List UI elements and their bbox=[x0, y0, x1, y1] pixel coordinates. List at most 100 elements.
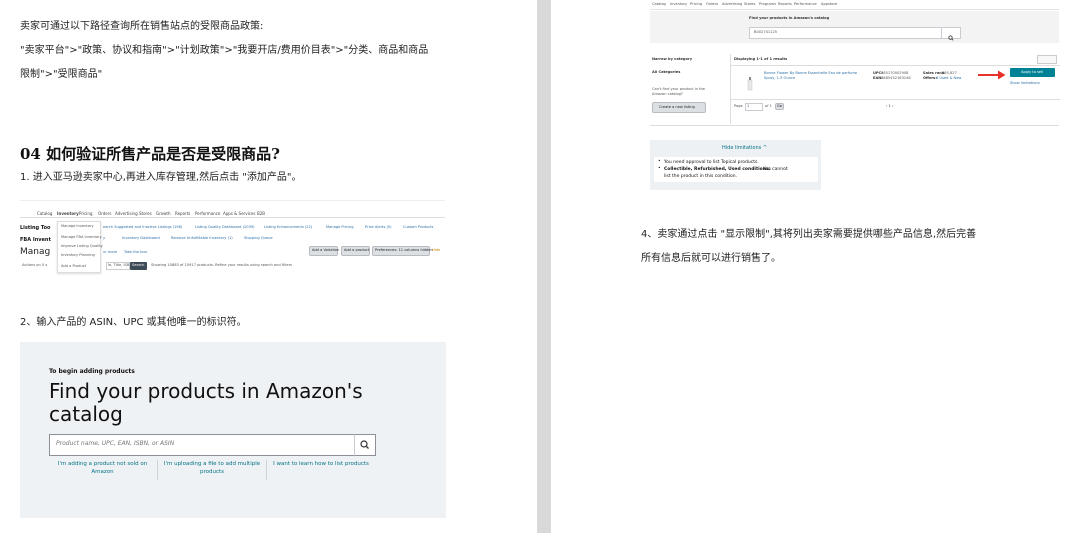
section-heading: 04 如何验证所售产品是否是受限商品? bbox=[20, 145, 280, 163]
nav-pricing[interactable]: Pricing bbox=[79, 211, 92, 217]
nav-stores[interactable]: Stores bbox=[139, 211, 152, 217]
find-products-title-line1: Find your products in Amazon's bbox=[49, 379, 363, 403]
page-number-input[interactable]: 1 bbox=[745, 103, 763, 111]
go-button[interactable]: Go bbox=[775, 103, 784, 110]
menu-manage-fba-inventory[interactable]: Manage FBA Inventory bbox=[61, 235, 102, 240]
limitation-approval-text: You need approval to list Topical produc… bbox=[664, 160, 759, 165]
nav-apps-services[interactable]: Apps & Services bbox=[223, 211, 255, 217]
link-not-sold-line1: I'm adding a product not sold on bbox=[57, 461, 148, 467]
pager-arrows-top[interactable] bbox=[1037, 55, 1057, 64]
catalog-search-button[interactable] bbox=[354, 434, 376, 456]
nav-advertising[interactable]: Advertising bbox=[722, 2, 742, 7]
catalog-search-input[interactable]: B002741125 bbox=[749, 27, 961, 39]
nav-performance[interactable]: Performance bbox=[794, 2, 817, 7]
hide-link[interactable]: Hide bbox=[432, 248, 440, 253]
hide-limitations-link[interactable]: Hide limitations ^ bbox=[722, 145, 767, 151]
subnav-inventory-dashboard[interactable]: Inventory Dashboard bbox=[122, 236, 160, 241]
show-limitations-link[interactable]: Show limitations bbox=[1010, 81, 1040, 86]
inventory-search-input[interactable]: le, Title, ISB bbox=[106, 262, 130, 270]
add-product-button[interactable]: Add a product bbox=[341, 246, 370, 256]
link-not-sold-on-amazon[interactable]: I'm adding a product not sold on Amazon bbox=[49, 460, 156, 482]
nav-growth[interactable]: Growth bbox=[156, 211, 170, 217]
nav-programs[interactable]: Programs bbox=[759, 2, 776, 7]
nav-reports[interactable]: Reports bbox=[175, 211, 190, 217]
ean-value: 0885432163246 bbox=[881, 76, 911, 80]
nav-orders[interactable]: Orders bbox=[706, 2, 718, 7]
narrow-by-category-label: Narrow by category bbox=[652, 57, 693, 61]
results-panel: Displaying 1-1 of 1 results Bonne Flower… bbox=[730, 54, 1060, 124]
subnav-remove-unfulfillable[interactable]: Remove Unfulfillable Inventory (1) bbox=[171, 236, 233, 241]
nav-inventory[interactable]: Inventory bbox=[670, 2, 687, 7]
catalog-search-value: B002741125 bbox=[754, 30, 778, 34]
limitation-conditions-text: You cannot bbox=[763, 167, 788, 172]
product-thumbnail-icon bbox=[747, 77, 753, 91]
fba-inventory-label: FBA Invent bbox=[20, 237, 51, 243]
learn-more-link[interactable]: ur more bbox=[103, 250, 117, 255]
menu-improve-listing[interactable]: Improve Listing Quality bbox=[61, 244, 103, 249]
page-number-value: 1 bbox=[747, 104, 750, 108]
nav-advertising[interactable]: Advertising bbox=[115, 211, 138, 217]
nav-reports[interactable]: Reports bbox=[778, 2, 792, 7]
nav-inventory[interactable]: Inventory bbox=[57, 211, 79, 217]
link-not-sold-line2: Amazon bbox=[91, 469, 114, 475]
nav-catalog[interactable]: Catalog bbox=[37, 211, 52, 217]
search-button-label: Search bbox=[132, 263, 145, 267]
create-listing-button[interactable]: Create a new listing bbox=[652, 102, 706, 113]
subnav-y[interactable]: y bbox=[103, 236, 105, 241]
link-learn-how-to-list[interactable]: I want to learn how to list products bbox=[267, 460, 375, 482]
showing-count-text: Showing 10883 of 10917 products. Refine … bbox=[151, 263, 293, 267]
cant-find-line2: Amazon catalog? bbox=[652, 92, 683, 96]
step4-text-line2: 所有信息后就可以进行销售了。 bbox=[641, 253, 781, 264]
nav-orders[interactable]: Orders bbox=[98, 211, 111, 217]
preferences-button[interactable]: Preferences: 11 columns hidden bbox=[372, 246, 433, 256]
subnav-manage-pricing[interactable]: Manage Pricing bbox=[326, 225, 354, 230]
link-upload-file[interactable]: I'm uploading a file to add multiple pro… bbox=[158, 460, 266, 482]
policy-intro-text: 卖家可通过以下路径查询所在销售站点的受限商品政策: bbox=[20, 21, 264, 32]
subnav-price-alerts[interactable]: Price Alerts (0) bbox=[365, 225, 392, 230]
add-variation-button[interactable]: Add a Variation bbox=[309, 246, 340, 256]
limitations-screenshot: Hide limitations ^ • You need approval t… bbox=[650, 140, 821, 190]
add-product-label: Add a product bbox=[344, 248, 370, 252]
nav-stores[interactable]: Stores bbox=[744, 2, 755, 7]
result-row: Bonne Flower By Bonne Essentielle Eau de… bbox=[731, 65, 1060, 100]
all-categories-link[interactable]: All Categories bbox=[652, 70, 680, 75]
subnav-search-suggested[interactable]: earch Suggested and Inactive Listings (1… bbox=[103, 225, 182, 230]
menu-manage-inventory[interactable]: Manage Inventory bbox=[61, 224, 94, 229]
find-products-title-line2: catalog bbox=[49, 402, 123, 426]
menu-inventory-planning[interactable]: Inventory Planning bbox=[61, 253, 95, 258]
seller-nav-bar: Catalog Inventory Pricing Orders Adverti… bbox=[20, 201, 445, 218]
subnav-shipping-queue[interactable]: Shipping Queue bbox=[244, 236, 273, 241]
nav-performance[interactable]: Performance bbox=[195, 211, 220, 217]
subnav-listing-quality[interactable]: Listing Quality Dashboard (2039) bbox=[195, 225, 255, 230]
nav-appstore[interactable]: Appstore bbox=[821, 2, 837, 7]
red-arrow-icon bbox=[978, 70, 1006, 80]
take-tour-link[interactable]: Take the tour bbox=[124, 250, 148, 255]
apply-to-sell-label: Apply to sell bbox=[1021, 70, 1044, 74]
limitation-bullet: • bbox=[658, 166, 661, 171]
offers-value[interactable]: 6 Used & New bbox=[936, 76, 961, 81]
product-title-line2[interactable]: Spray, 1.5 Ounce bbox=[764, 76, 795, 81]
inventory-search-button[interactable]: Search bbox=[130, 262, 147, 270]
catalog-search-button[interactable] bbox=[941, 27, 961, 41]
subnav-custom-products[interactable]: Custom Products bbox=[403, 225, 433, 230]
limitation-conditions-text2: list the product in this condition. bbox=[664, 174, 738, 179]
limitation-conditions-label: Collectible, Refurbished, Used condition… bbox=[664, 167, 771, 172]
nav-b2b[interactable]: B2B bbox=[257, 211, 265, 217]
pager-links[interactable]: ‹ 1 › bbox=[886, 104, 893, 109]
find-products-screenshot: To begin adding products Find your produ… bbox=[20, 342, 446, 518]
catalog-search-input[interactable]: Product name, UPC, EAN, ISBN, or ASIN bbox=[49, 434, 375, 456]
nav-catalog[interactable]: Catalog bbox=[652, 2, 666, 7]
listing-tools-label: Listing Too bbox=[20, 225, 51, 231]
apply-to-sell-button[interactable]: Apply to sell bbox=[1010, 68, 1055, 77]
find-products-label: Find your products in Amazon's catalog bbox=[749, 16, 830, 20]
policy-path-line2: 限制">"受限商品" bbox=[20, 69, 103, 80]
menu-add-product[interactable]: Add a Product bbox=[61, 264, 86, 269]
subnav-listing-enhancements[interactable]: Listing Enhancements (22) bbox=[264, 225, 312, 230]
search-result-screenshot: Catalog Inventory Pricing Orders Adverti… bbox=[650, 0, 1060, 126]
add-variation-label: Add a Variation bbox=[312, 248, 340, 252]
limitation-bullet: • bbox=[658, 159, 661, 164]
step1-text: 1. 进入亚马逊卖家中心,再进入库存管理,然后点击 "添加产品"。 bbox=[20, 172, 302, 183]
magnifier-icon bbox=[360, 440, 369, 449]
limitations-list: • You need approval to list Topical prod… bbox=[654, 157, 818, 182]
nav-pricing[interactable]: Pricing bbox=[690, 2, 702, 7]
